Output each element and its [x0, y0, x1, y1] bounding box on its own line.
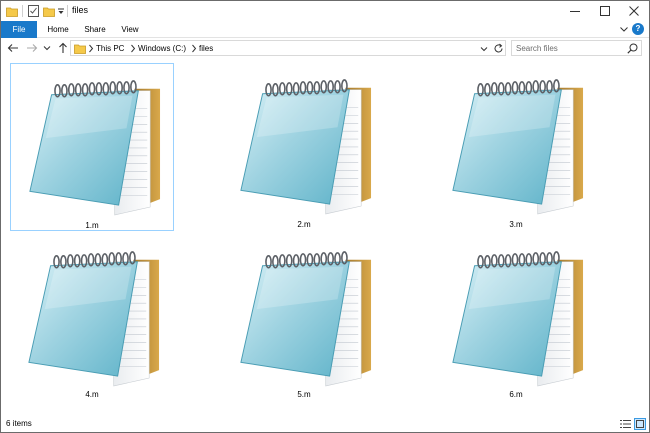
- tab-share[interactable]: Share: [81, 21, 109, 38]
- refresh-icon[interactable]: [493, 43, 504, 54]
- search-icon[interactable]: [627, 43, 638, 54]
- quick-access-separator: [22, 5, 23, 17]
- file-name: 5.m: [297, 390, 311, 399]
- title-separator: [67, 5, 68, 17]
- chevron-right-icon[interactable]: [191, 44, 197, 53]
- item-count: 6 items: [6, 419, 32, 428]
- notepad-icon: [28, 251, 160, 387]
- close-button[interactable]: [620, 1, 647, 21]
- search-input[interactable]: Search files: [511, 40, 642, 56]
- breadcrumb-windows-c[interactable]: Windows (C:): [138, 43, 186, 54]
- arrow-right-icon: [27, 44, 38, 52]
- chevron-down-icon: [43, 46, 51, 51]
- recent-locations-button[interactable]: [43, 41, 51, 55]
- details-view-icon[interactable]: [620, 419, 631, 429]
- file-name: 2.m: [297, 220, 311, 229]
- file-view: 1.m 2.m 3.m 4.m 5.m 6.m: [1, 58, 649, 416]
- file-item[interactable]: 4.m: [10, 235, 174, 403]
- up-button[interactable]: [57, 41, 69, 55]
- properties-icon[interactable]: [28, 4, 40, 18]
- explorer-window: files File Home Share View ? This PC Win…: [0, 0, 650, 433]
- notepad-icon: [240, 79, 372, 215]
- large-icons-view-icon[interactable]: [634, 418, 646, 430]
- file-item[interactable]: 5.m: [222, 235, 386, 403]
- maximize-icon: [599, 6, 610, 16]
- expand-ribbon-icon[interactable]: [619, 24, 629, 34]
- breadcrumb-this-pc[interactable]: This PC: [96, 43, 124, 54]
- tab-view[interactable]: View: [117, 21, 143, 38]
- status-bar: 6 items: [1, 416, 649, 432]
- help-icon[interactable]: ?: [632, 23, 644, 35]
- minimize-button[interactable]: [561, 1, 588, 21]
- file-name: 1.m: [85, 221, 99, 230]
- file-item[interactable]: 6.m: [434, 235, 598, 403]
- file-item[interactable]: 1.m: [10, 63, 174, 231]
- tab-home[interactable]: Home: [43, 21, 73, 38]
- customize-quick-access-icon[interactable]: [57, 4, 65, 18]
- new-folder-icon[interactable]: [43, 4, 55, 18]
- notepad-icon: [452, 251, 584, 387]
- file-item[interactable]: 3.m: [434, 63, 598, 231]
- window-title: files: [72, 5, 89, 15]
- chevron-right-icon[interactable]: [130, 44, 136, 53]
- file-name: 3.m: [509, 220, 523, 229]
- chevron-right-icon[interactable]: [88, 44, 94, 53]
- breadcrumb-files[interactable]: files: [199, 43, 213, 54]
- file-name: 4.m: [85, 390, 99, 399]
- notepad-icon: [29, 80, 161, 216]
- folder-icon: [74, 43, 86, 54]
- navigation-bar: This PC Windows (C:) files Search files: [1, 38, 649, 58]
- notepad-icon: [452, 79, 584, 215]
- arrow-left-icon: [7, 44, 18, 52]
- close-icon: [628, 6, 639, 16]
- tab-file[interactable]: File: [1, 21, 37, 38]
- file-name: 6.m: [509, 390, 523, 399]
- minimize-icon: [569, 11, 580, 12]
- file-item[interactable]: 2.m: [222, 63, 386, 231]
- notepad-icon: [240, 251, 372, 387]
- maximize-button[interactable]: [591, 1, 618, 21]
- address-history-icon[interactable]: [480, 45, 488, 53]
- ribbon-tabs: File Home Share View ?: [1, 21, 649, 38]
- forward-button[interactable]: [26, 41, 38, 55]
- arrow-up-icon: [59, 42, 67, 53]
- folder-icon: [6, 4, 18, 18]
- address-bar[interactable]: This PC Windows (C:) files: [70, 40, 506, 56]
- title-bar: files: [1, 1, 649, 21]
- back-button[interactable]: [7, 41, 19, 55]
- search-placeholder: Search files: [516, 44, 558, 53]
